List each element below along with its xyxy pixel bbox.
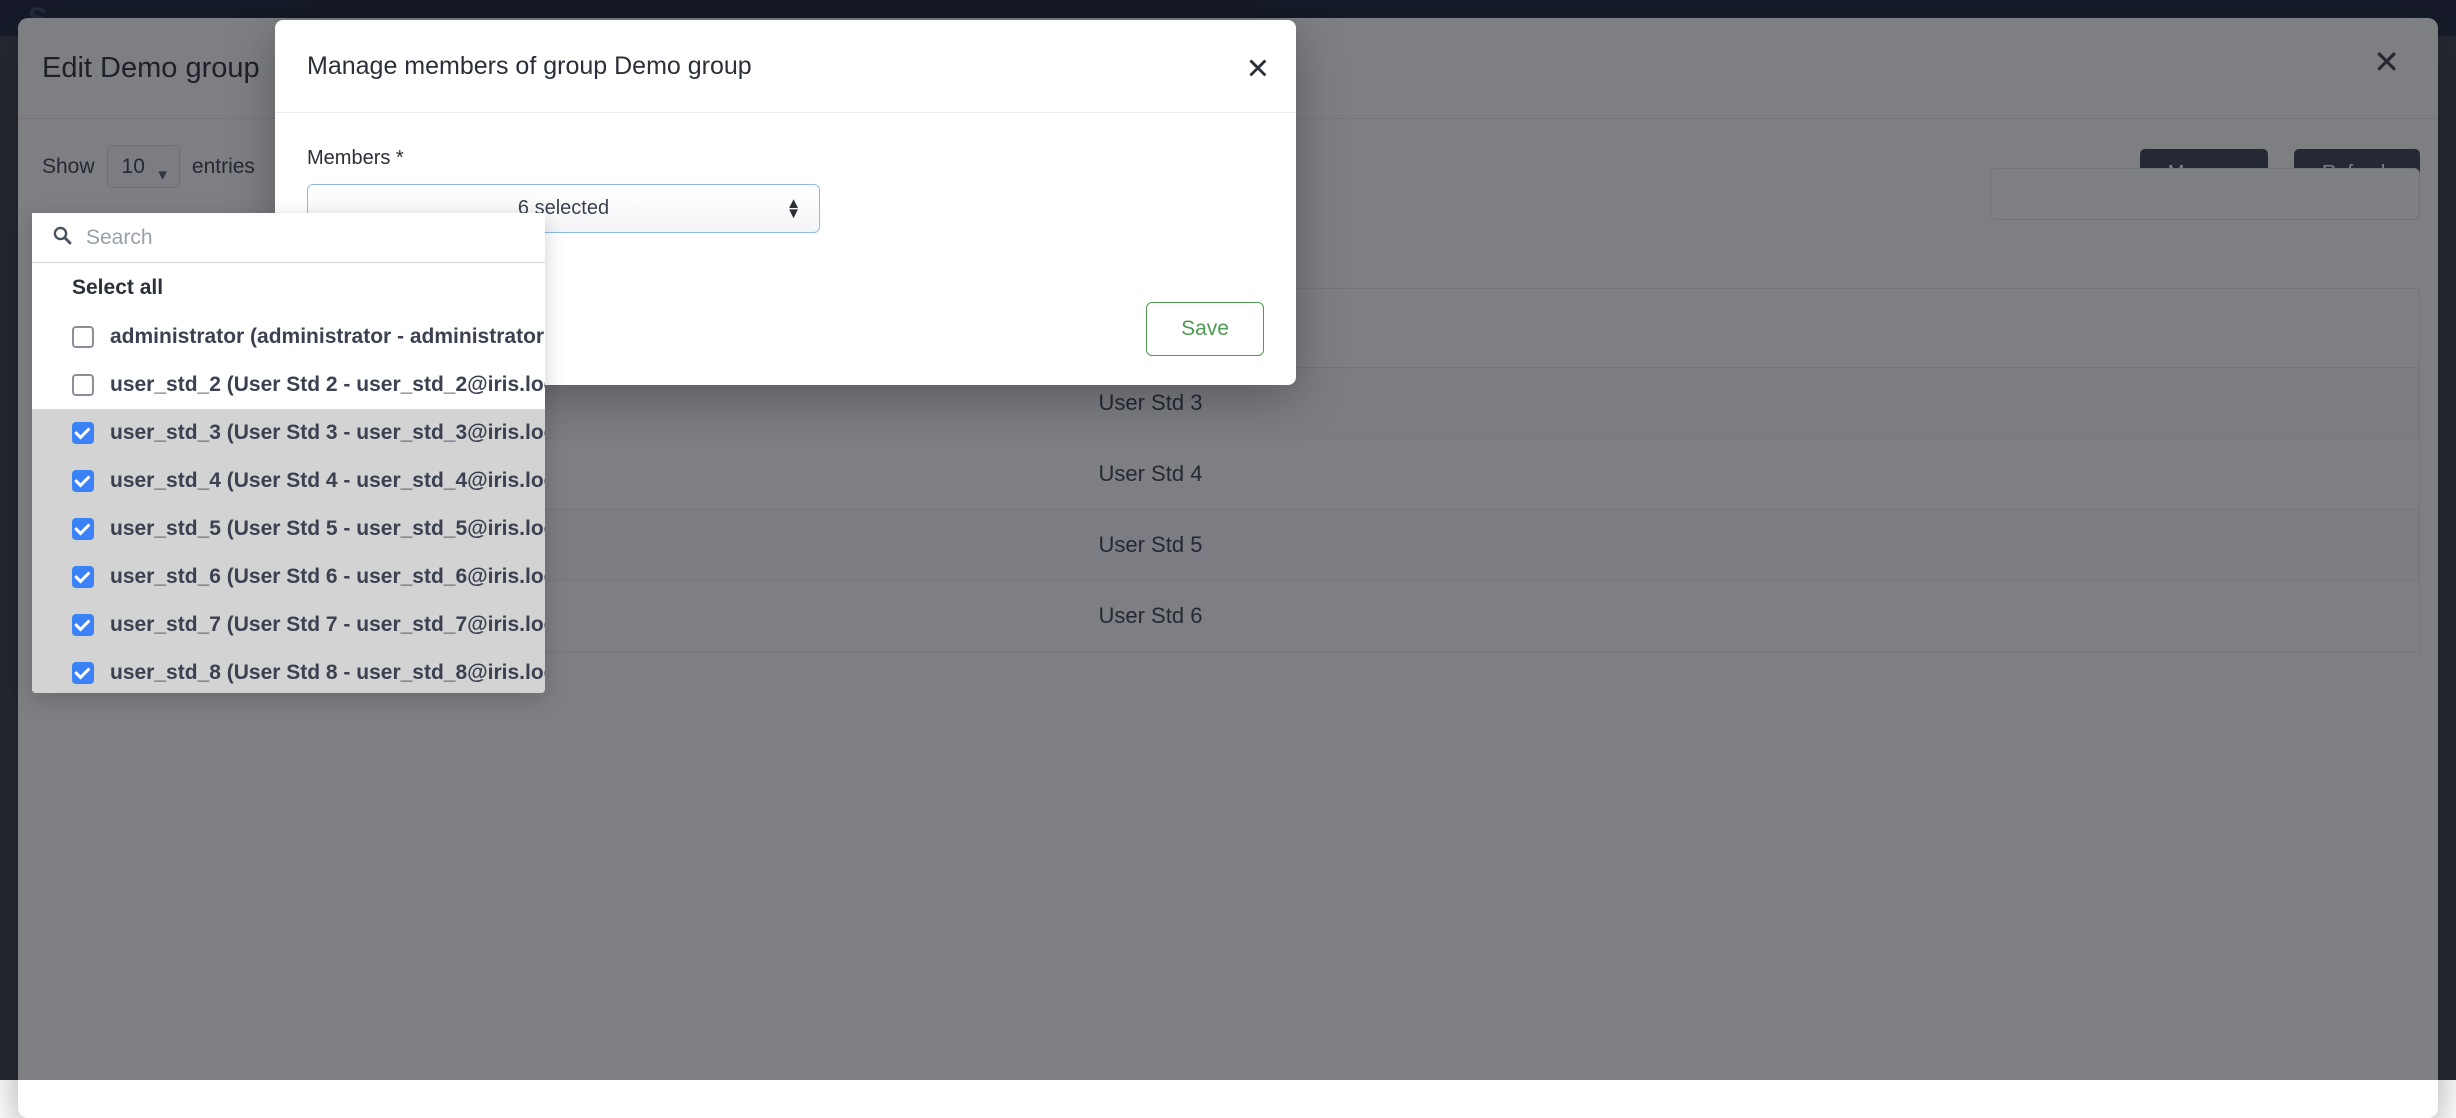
save-button[interactable]: Save — [1146, 302, 1264, 356]
select-all-option[interactable]: Select all — [32, 263, 545, 313]
app-root: S Edit Demo group ✕ Show 10 entries Mana… — [0, 0, 2456, 1080]
dropdown-option[interactable]: user_std_2 (User Std 2 - user_std_2@iris… — [32, 361, 545, 409]
dropdown-option[interactable]: user_std_3 (User Std 3 - user_std_3@iris… — [32, 409, 545, 457]
dropdown-option[interactable]: administrator (administrator - administr… — [32, 313, 545, 361]
checkbox-icon[interactable] — [72, 326, 94, 348]
dropdown-option-label: user_std_2 (User Std 2 - user_std_2@iris… — [110, 373, 545, 397]
dropdown-option-label: administrator (administrator - administr… — [110, 325, 545, 349]
checkbox-icon[interactable] — [72, 470, 94, 492]
dropdown-option-label: user_std_7 (User Std 7 - user_std_7@iris… — [110, 613, 545, 637]
dropdown-options-list: administrator (administrator - administr… — [32, 313, 545, 693]
dropdown-option-label: user_std_5 (User Std 5 - user_std_5@iris… — [110, 517, 545, 541]
close-icon[interactable]: ✕ — [1246, 56, 1270, 85]
dropdown-option[interactable]: user_std_7 (User Std 7 - user_std_7@iris… — [32, 601, 545, 649]
checkbox-icon[interactable] — [72, 566, 94, 588]
checkbox-icon[interactable] — [72, 422, 94, 444]
dropdown-option[interactable]: user_std_5 (User Std 5 - user_std_5@iris… — [32, 505, 545, 553]
members-field-label: Members * — [307, 147, 1264, 170]
updown-arrows-icon: ▲▼ — [786, 199, 801, 218]
manage-members-title: Manage members of group Demo group — [307, 52, 752, 81]
dropdown-option-label: user_std_8 (User Std 8 - user_std_8@iris… — [110, 661, 545, 685]
dropdown-option[interactable]: user_std_4 (User Std 4 - user_std_4@iris… — [32, 457, 545, 505]
dropdown-option-label: user_std_6 (User Std 6 - user_std_6@iris… — [110, 565, 545, 589]
dropdown-option[interactable]: user_std_8 (User Std 8 - user_std_8@iris… — [32, 649, 545, 693]
search-icon — [52, 225, 72, 250]
dropdown-search-input[interactable] — [86, 226, 525, 250]
dropdown-option-label: user_std_3 (User Std 3 - user_std_3@iris… — [110, 421, 545, 445]
members-dropdown-panel: Select all administrator (administrator … — [32, 213, 545, 693]
manage-members-header: Manage members of group Demo group ✕ — [275, 20, 1296, 113]
checkbox-icon[interactable] — [72, 662, 94, 684]
dropdown-option-label: user_std_4 (User Std 4 - user_std_4@iris… — [110, 469, 545, 493]
checkbox-icon[interactable] — [72, 518, 94, 540]
checkbox-icon[interactable] — [72, 374, 94, 396]
dropdown-search-row — [32, 213, 545, 263]
dropdown-option[interactable]: user_std_6 (User Std 6 - user_std_6@iris… — [32, 553, 545, 601]
checkbox-icon[interactable] — [72, 614, 94, 636]
